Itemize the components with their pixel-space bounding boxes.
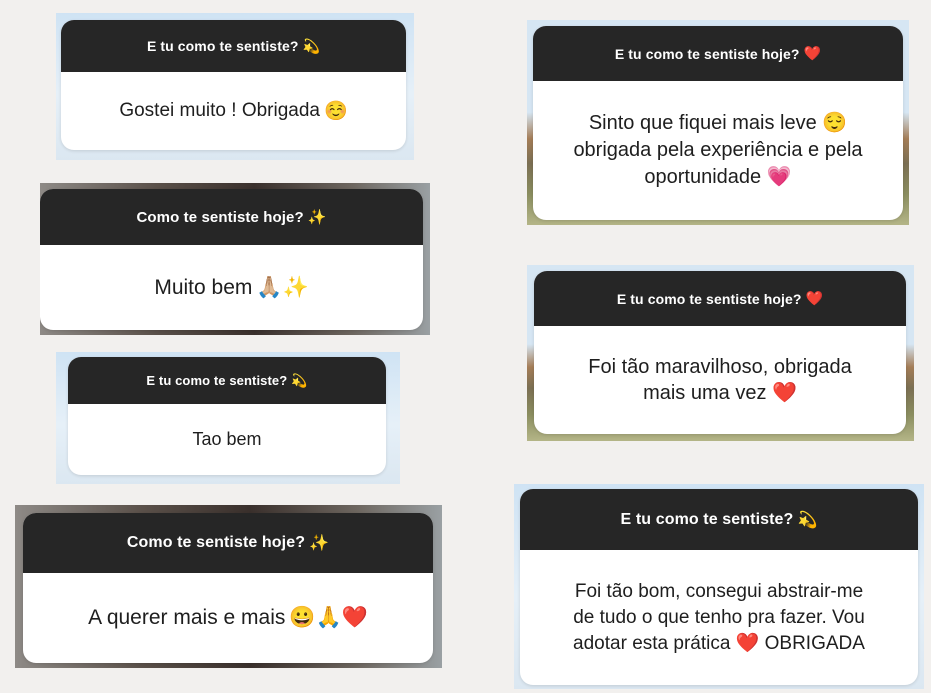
answer-body: Tao bem	[68, 404, 386, 475]
question-text: E tu como te sentiste?	[146, 38, 299, 54]
question-text: E tu como te sentiste hoje?	[614, 45, 800, 62]
question-text: Como te sentiste hoje?	[126, 534, 306, 551]
story-screenshot-3: E tu como te sentiste? 💫 Tao bem	[56, 352, 400, 484]
dizzy-icon: 💫	[797, 511, 818, 529]
question-header: E tu como te sentiste hoje? ❤️	[533, 26, 903, 81]
question-header: E tu como te sentiste hoje? ❤️	[534, 271, 906, 326]
answer-body: Foi tão maravilhoso, obrigada mais uma v…	[534, 326, 906, 434]
answer-line: obrigada pela experiência e pela	[573, 139, 863, 161]
question-text: E tu como te sentiste hoje?	[616, 290, 802, 307]
red-heart-icon: ❤️	[805, 290, 824, 306]
question-card: E tu como te sentiste hoje? ❤️ Sinto que…	[533, 26, 903, 220]
grin-pray-heart-icon: 😀🙏❤️	[289, 606, 368, 629]
answer-text: Muito bem	[154, 275, 253, 299]
answer-body: Muito bem 🙏🏼✨	[40, 245, 423, 330]
dizzy-icon: 💫	[302, 37, 321, 54]
question-card: E tu como te sentiste hoje? ❤️ Foi tão m…	[534, 271, 906, 434]
answer-line: oportunidade 💗	[644, 166, 792, 188]
story-screenshot-5: E tu como te sentiste hoje? ❤️ Sinto que…	[527, 20, 909, 225]
praying-hands-sparkles-icon: 🙏🏼✨	[256, 275, 309, 299]
answer-line: Foi tão maravilhoso, obrigada	[588, 356, 852, 378]
question-text: Como te sentiste hoje?	[136, 208, 304, 226]
question-card: E tu como te sentiste? 💫 Tao bem	[68, 357, 386, 475]
answer-body: Gostei muito ! Obrigada ☺️	[61, 72, 406, 150]
answer-line: adotar esta prática ❤️ OBRIGADA	[573, 632, 865, 654]
answer-text: Gostei muito ! Obrigada	[119, 100, 320, 121]
story-screenshot-2: Como te sentiste hoje? ✨ Muito bem 🙏🏼✨	[40, 183, 430, 335]
question-card: Como te sentiste hoje? ✨ A querer mais e…	[23, 513, 433, 663]
question-card: E tu como te sentiste? 💫 Foi tão bom, co…	[520, 489, 918, 685]
answer-body: Foi tão bom, consegui abstrair-me de tud…	[520, 550, 918, 685]
smiling-face-icon: ☺️	[323, 101, 348, 122]
answer-line: mais uma vez ❤️	[643, 382, 797, 404]
question-header: Como te sentiste hoje? ✨	[40, 189, 423, 245]
question-header: E tu como te sentiste? 💫	[520, 489, 918, 550]
answer-body: Sinto que fiquei mais leve 😌 obrigada pe…	[533, 81, 903, 220]
question-header: E tu como te sentiste? 💫	[61, 20, 406, 72]
sparkles-icon: ✨	[309, 535, 330, 552]
answer-text: A querer mais e mais	[88, 606, 286, 629]
answer-text: Tao bem	[192, 429, 262, 449]
answer-line: de tudo o que tenho pra fazer. Vou	[573, 606, 865, 628]
story-screenshot-1: E tu como te sentiste? 💫 Gostei muito ! …	[56, 13, 414, 160]
question-text: E tu como te sentiste?	[620, 510, 794, 528]
dizzy-icon: 💫	[291, 372, 308, 388]
red-heart-icon: ❤️	[803, 45, 822, 61]
question-card: E tu como te sentiste? 💫 Gostei muito ! …	[61, 20, 406, 150]
answer-body: A querer mais e mais 😀🙏❤️	[23, 573, 433, 663]
question-text: E tu como te sentiste?	[146, 373, 288, 388]
story-screenshot-7: E tu como te sentiste? 💫 Foi tão bom, co…	[514, 484, 924, 689]
story-screenshot-6: E tu como te sentiste hoje? ❤️ Foi tão m…	[527, 265, 914, 441]
question-header: E tu como te sentiste? 💫	[68, 357, 386, 404]
sparkles-icon: ✨	[307, 209, 327, 226]
answer-line: Sinto que fiquei mais leve 😌	[588, 112, 848, 134]
question-header: Como te sentiste hoje? ✨	[23, 513, 433, 573]
question-card: Como te sentiste hoje? ✨ Muito bem 🙏🏼✨	[40, 189, 423, 330]
story-screenshot-4: Como te sentiste hoje? ✨ A querer mais e…	[15, 505, 442, 668]
answer-line: Foi tão bom, consegui abstrair-me	[574, 580, 864, 602]
